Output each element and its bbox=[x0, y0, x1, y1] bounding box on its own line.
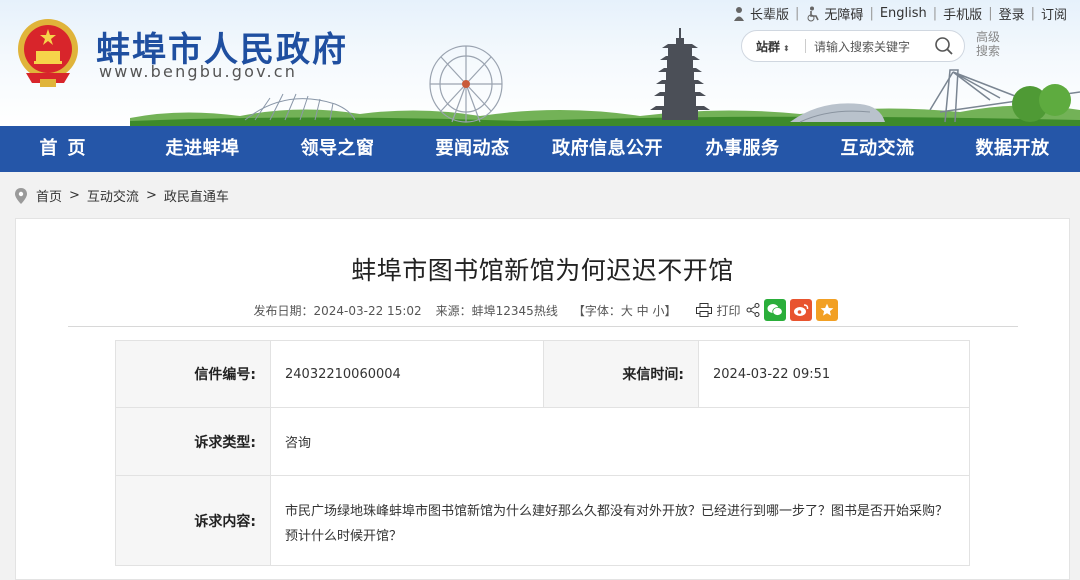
favorite-button[interactable] bbox=[816, 299, 839, 321]
title-divider bbox=[68, 326, 1018, 327]
updown-arrow-icon: ⬍ bbox=[783, 44, 790, 53]
weibo-share-button[interactable] bbox=[790, 299, 813, 321]
print-label: 打印 bbox=[716, 303, 741, 318]
letter-info-table: 信件编号: 24032210060004 来信时间: 2024-03-22 09… bbox=[115, 340, 970, 566]
font-size-control[interactable]: 【字体：大 中 小】 bbox=[573, 302, 677, 319]
search-icon[interactable] bbox=[934, 36, 954, 56]
link-divider: | bbox=[932, 6, 938, 21]
weibo-icon bbox=[794, 304, 809, 316]
top-links: 长辈版 | 无障碍 | English | 手机版 | 登录 | 订阅 bbox=[728, 4, 1070, 23]
article-title: 蚌埠市图书馆新馆为何迟迟不开馆 bbox=[351, 256, 734, 285]
wechat-share-button[interactable] bbox=[764, 299, 787, 321]
link-divider: | bbox=[1030, 6, 1035, 21]
breadcrumb-separator: > bbox=[69, 188, 80, 203]
search-scope-select[interactable]: 站群 ⬍ bbox=[756, 38, 790, 55]
letter-number-label: 信件编号: bbox=[115, 340, 271, 408]
main-nav: 首页 走进蚌埠 领导之窗 要闻动态 政府信息公开 办事服务 互动交流 数据开放 bbox=[0, 126, 1080, 172]
breadcrumb-separator: > bbox=[145, 188, 157, 203]
nav-item-services[interactable]: 办事服务 bbox=[675, 126, 810, 172]
table-row: 诉求内容: 市民广场绿地珠峰蚌埠市图书馆新馆为什么建好那么久都没有对外开放？已经… bbox=[115, 475, 970, 566]
breadcrumb: 首页 > 互动交流 > 政民直通车 bbox=[14, 186, 229, 205]
accessibility-label: 无障碍 bbox=[824, 8, 864, 23]
english-link[interactable]: English bbox=[877, 6, 930, 21]
wechat-icon bbox=[767, 304, 784, 316]
publish-date: 发布日期：2024-03-22 15:02 bbox=[253, 303, 422, 318]
link-divider: | bbox=[988, 6, 993, 21]
link-divider: | bbox=[795, 6, 800, 21]
advanced-search-line1: 高级 bbox=[976, 30, 1001, 44]
share-icon[interactable] bbox=[746, 303, 760, 317]
breadcrumb-interaction[interactable]: 互动交流 bbox=[87, 186, 139, 205]
elder-mode-link[interactable]: 长辈版 bbox=[728, 4, 792, 23]
request-type-value: 咨询 bbox=[270, 407, 970, 476]
login-link[interactable]: 登录 bbox=[996, 4, 1028, 23]
wheelchair-icon bbox=[807, 6, 820, 21]
link-divider: | bbox=[869, 6, 874, 21]
breadcrumb-home[interactable]: 首页 bbox=[36, 186, 62, 205]
request-content-label: 诉求内容: bbox=[115, 475, 271, 566]
nav-item-interaction[interactable]: 互动交流 bbox=[810, 126, 945, 172]
search-divider bbox=[805, 39, 806, 53]
nav-item-home[interactable]: 首页 bbox=[0, 126, 135, 172]
site-url: www.bengbu.gov.cn bbox=[99, 62, 298, 81]
nav-item-news[interactable]: 要闻动态 bbox=[405, 126, 540, 172]
letter-time-value: 2024-03-22 09:51 bbox=[698, 340, 970, 408]
nav-item-gov-info[interactable]: 政府信息公开 bbox=[540, 126, 675, 172]
request-type-label: 诉求类型: bbox=[115, 407, 271, 476]
table-row: 信件编号: 24032210060004 来信时间: 2024-03-22 09… bbox=[115, 340, 970, 408]
location-pin-icon bbox=[15, 187, 27, 204]
nav-item-open-data[interactable]: 数据开放 bbox=[945, 126, 1080, 172]
breadcrumb-current[interactable]: 政民直通车 bbox=[164, 186, 229, 205]
site-header: 蚌埠市人民政府 www.bengbu.gov.cn 长辈版 | 无障碍 | En… bbox=[0, 0, 1080, 126]
article-source: 来源：蚌埠12345热线 bbox=[435, 303, 558, 318]
search-box: 站群 ⬍ bbox=[741, 30, 965, 62]
accessibility-link[interactable]: 无障碍 bbox=[802, 4, 866, 23]
nav-item-leaders[interactable]: 领导之窗 bbox=[270, 126, 405, 172]
search-scope-label: 站群 bbox=[756, 40, 781, 54]
subscribe-link[interactable]: 订阅 bbox=[1038, 4, 1070, 23]
letter-time-label: 来信时间: bbox=[543, 340, 699, 408]
request-content-value: 市民广场绿地珠峰蚌埠市图书馆新馆为什么建好那么久都没有对外开放？已经进行到哪一步… bbox=[270, 475, 970, 566]
print-button[interactable]: 打印 bbox=[696, 302, 740, 319]
advanced-search-line2: 搜索 bbox=[976, 44, 1001, 58]
article-meta: 发布日期：2024-03-22 15:02 来源：蚌埠12345热线 【字体：大… bbox=[16, 299, 1069, 321]
table-row: 诉求类型: 咨询 bbox=[115, 407, 970, 476]
elder-icon bbox=[734, 6, 745, 21]
printer-icon bbox=[696, 303, 713, 317]
letter-number-value: 24032210060004 bbox=[270, 340, 544, 408]
article-panel: 蚌埠市图书馆新馆为何迟迟不开馆 发布日期：2024-03-22 15:02 来源… bbox=[15, 218, 1070, 580]
elder-mode-label: 长辈版 bbox=[750, 8, 790, 23]
nav-item-about-bengbu[interactable]: 走进蚌埠 bbox=[135, 126, 270, 172]
advanced-search-link[interactable]: 高级 搜索 bbox=[976, 30, 1004, 58]
search-input[interactable] bbox=[812, 36, 936, 58]
mobile-link[interactable]: 手机版 bbox=[940, 4, 985, 23]
national-emblem-logo bbox=[18, 19, 78, 87]
star-icon bbox=[821, 303, 834, 316]
